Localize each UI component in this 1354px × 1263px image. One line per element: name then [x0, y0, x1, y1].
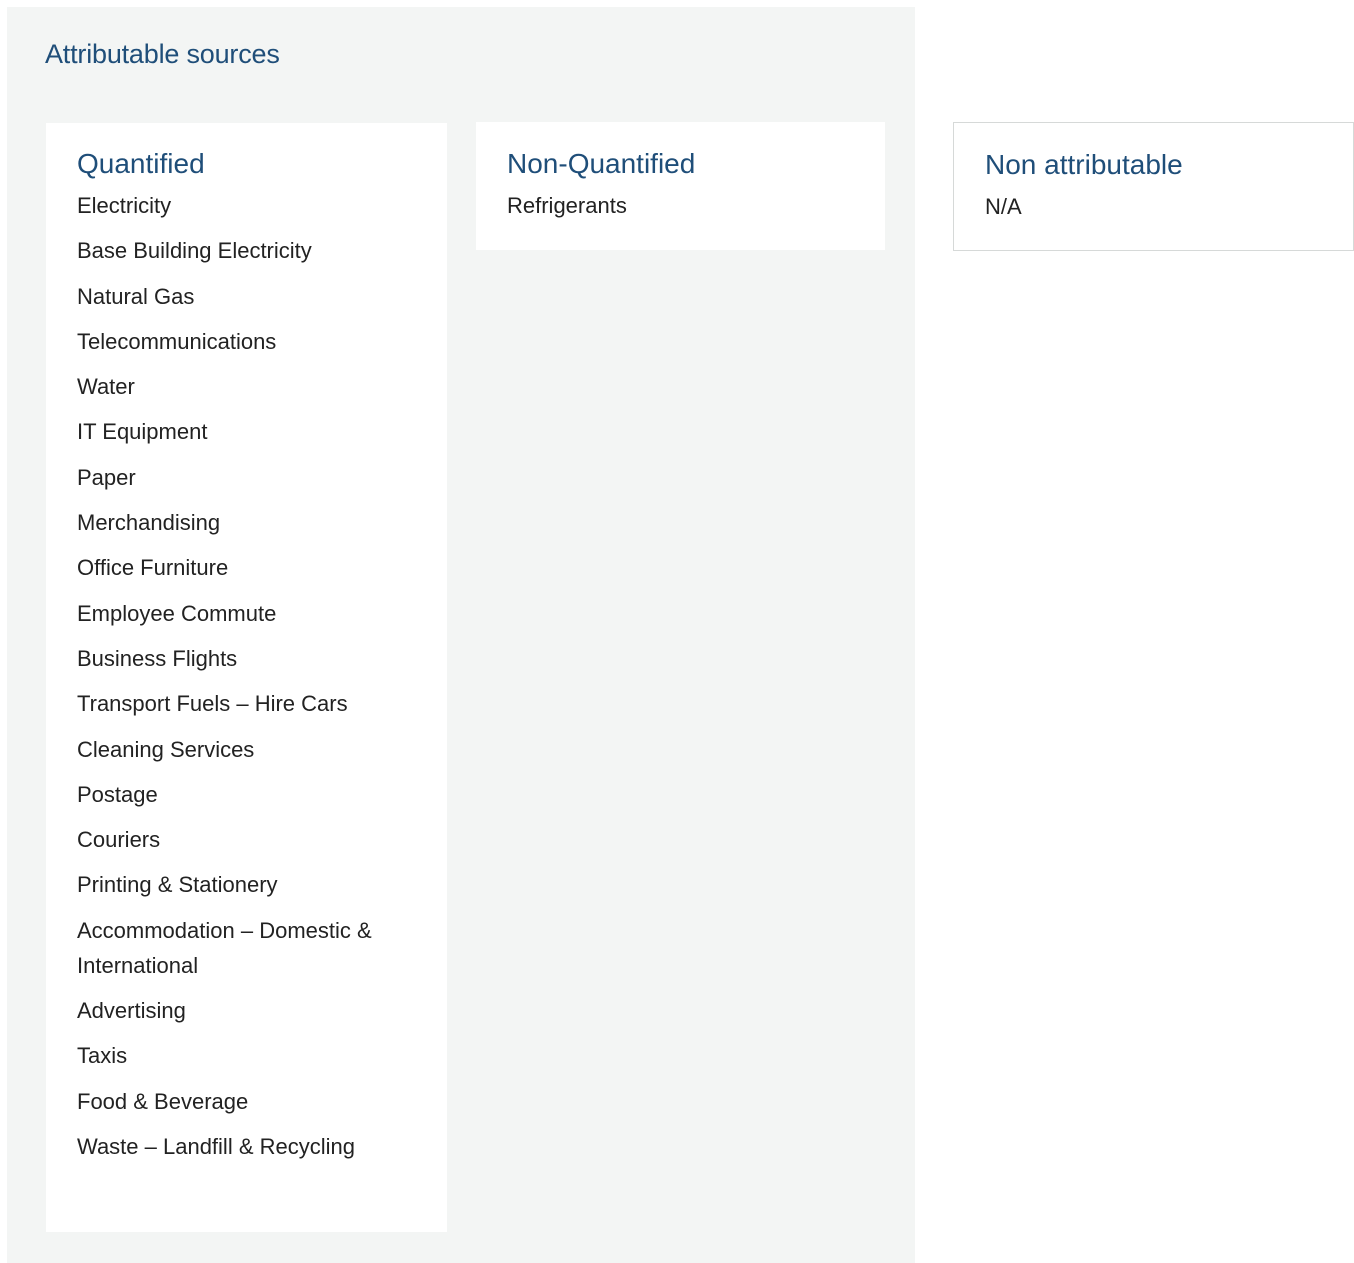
list-item: N/A [985, 194, 1022, 219]
list-item: Cleaning Services [77, 736, 255, 762]
list-item: Telecommunications [77, 328, 277, 354]
list-item: Water [77, 374, 135, 400]
non-attributable-list: N/A [985, 189, 1322, 224]
list-item: Accommodation – Domestic & International [77, 917, 372, 978]
list-item: Couriers [77, 827, 161, 853]
non-quantified-list: Refrigerants [507, 188, 854, 223]
list-item: Postage [77, 781, 158, 807]
page: Attributable sources Quantified Electric… [0, 0, 1354, 1263]
quantified-title: Quantified [77, 148, 205, 179]
list-item: Taxis [77, 1043, 128, 1069]
list-item: Business Flights [77, 645, 238, 671]
list-item: Advertising [77, 998, 186, 1024]
non-attributable-card: Non attributable N/A [953, 122, 1354, 251]
list-item: Transport Fuels – Hire Cars [77, 691, 348, 717]
list-item: Employee Commute [77, 600, 277, 626]
quantified-list: Electricity Base Building Electricity Na… [77, 188, 416, 1164]
non-quantified-card: Non-Quantified Refrigerants [476, 122, 885, 250]
non-attributable-title: Non attributable [985, 149, 1183, 180]
attributable-sources-title: Attributable sources [45, 39, 280, 69]
list-item: Merchandising [77, 510, 221, 536]
list-item: Printing & Stationery [77, 872, 278, 898]
list-item: Office Furniture [77, 555, 229, 581]
quantified-card: Quantified Electricity Base Building Ele… [46, 123, 447, 1232]
list-item: Refrigerants [507, 193, 627, 218]
list-item: IT Equipment [77, 419, 208, 445]
attributable-sources-panel: Attributable sources Quantified Electric… [7, 7, 915, 1263]
list-item: Food & Beverage [77, 1088, 249, 1114]
list-item: Paper [77, 464, 136, 490]
list-item: Base Building Electricity [77, 238, 312, 264]
list-item: Waste – Landfill & Recycling [77, 1133, 355, 1159]
list-item: Natural Gas [77, 283, 195, 309]
non-quantified-title: Non-Quantified [507, 148, 696, 179]
list-item: Electricity [77, 193, 172, 218]
